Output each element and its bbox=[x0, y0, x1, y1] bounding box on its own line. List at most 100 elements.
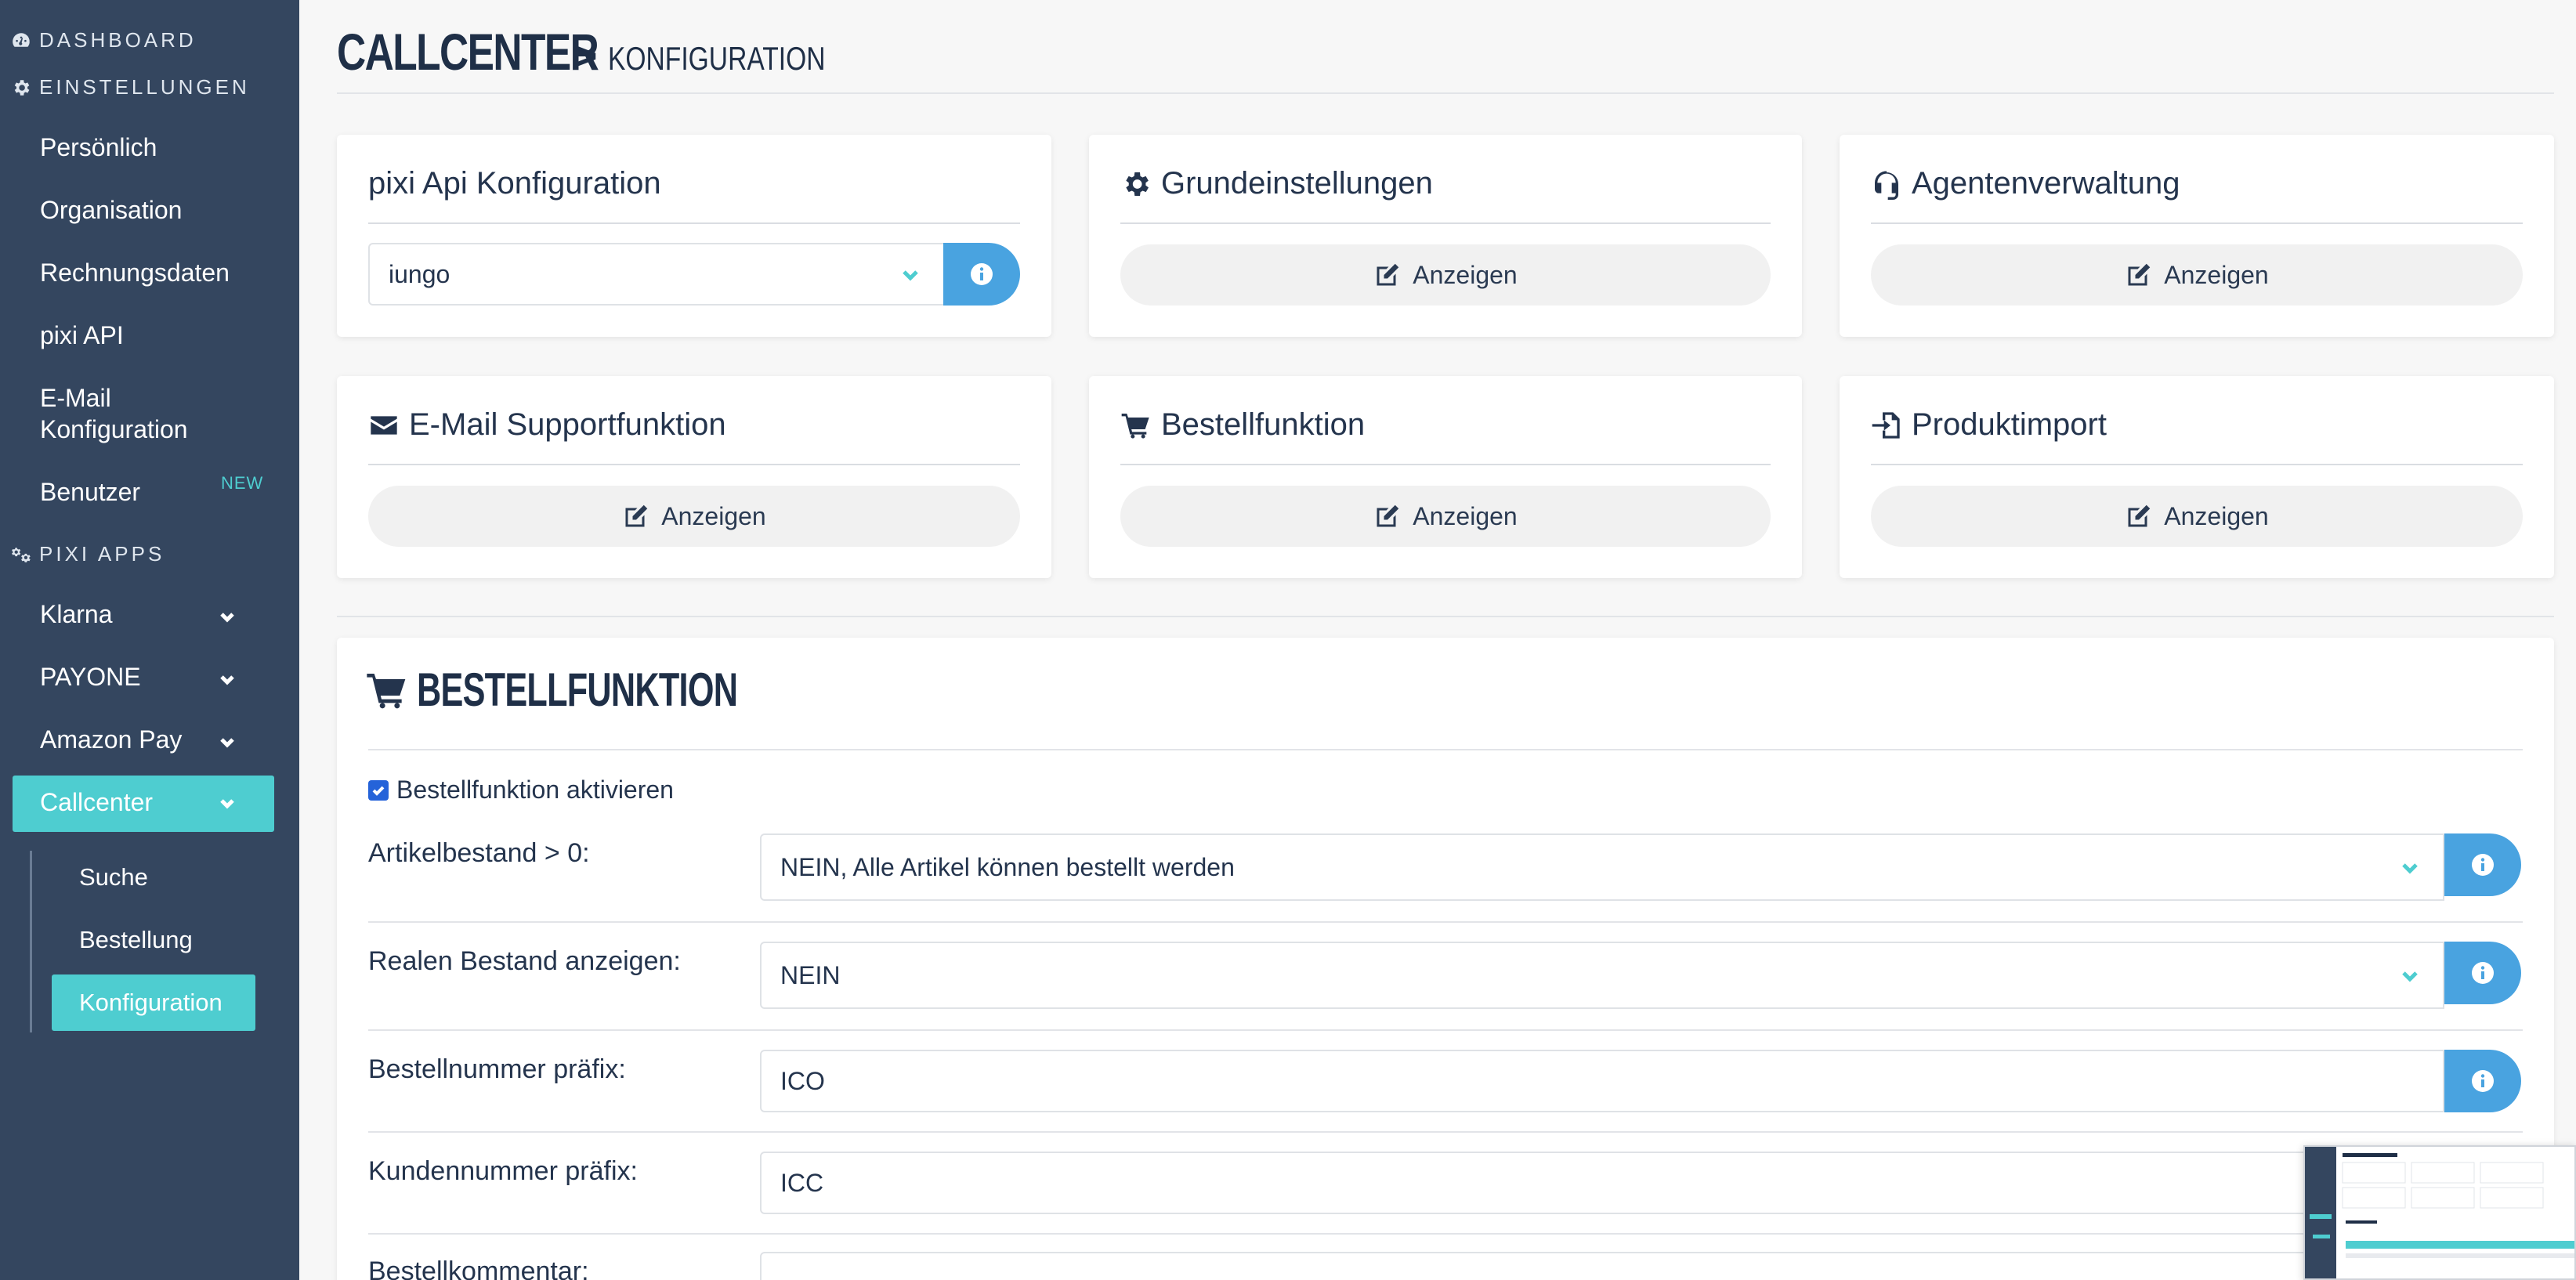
headset-icon bbox=[1875, 170, 1898, 200]
nav-klarna[interactable]: Klarna bbox=[40, 598, 113, 630]
bestellnummer-praefix-label: Bestellnummer präfix: bbox=[368, 1054, 626, 1084]
agent-anzeigen-button[interactable]: Anzeigen bbox=[1871, 244, 2523, 306]
artikelbestand-info-button[interactable] bbox=[2444, 833, 2521, 896]
chevron-down-icon[interactable] bbox=[215, 791, 240, 816]
subnav-konfiguration-label: Konfiguration bbox=[79, 989, 223, 1016]
row-divider bbox=[368, 921, 2523, 923]
api-info-button[interactable] bbox=[943, 243, 1020, 306]
nav-benutzer[interactable]: Benutzer bbox=[40, 476, 140, 508]
chevron-down-icon[interactable] bbox=[215, 667, 240, 692]
info-icon bbox=[2472, 854, 2494, 876]
heading-divider bbox=[368, 749, 2523, 750]
edit-icon bbox=[1377, 504, 1399, 527]
nav-callcenter-label: Callcenter bbox=[40, 788, 154, 816]
edit-icon bbox=[1377, 263, 1399, 286]
realer-bestand-value: NEIN bbox=[780, 960, 841, 989]
row-divider bbox=[368, 1131, 2523, 1133]
card-produkt-title-text: Produktimport bbox=[1912, 407, 2107, 442]
edit-icon bbox=[2128, 263, 2151, 286]
bestellnummer-praefix-input[interactable]: ICO bbox=[760, 1050, 2444, 1112]
chevron-down-icon bbox=[899, 263, 921, 285]
new-badge: NEW bbox=[221, 473, 264, 493]
card-produktimport: Produktimport Anzeigen bbox=[1840, 376, 2554, 578]
file-import-icon bbox=[1872, 411, 1900, 439]
card-agent-title: Agentenverwaltung bbox=[1871, 166, 2180, 201]
subnav-konfiguration[interactable]: Konfiguration bbox=[52, 974, 255, 1031]
email-anzeigen-button[interactable]: Anzeigen bbox=[368, 486, 1020, 547]
bestellfunktion-heading: BESTELLFUNKTION bbox=[364, 663, 862, 717]
checkbox-checked-icon[interactable] bbox=[368, 779, 389, 801]
bestellfunktion-heading-text: BESTELLFUNKTION bbox=[417, 664, 738, 716]
nav-persoenlich[interactable]: Persönlich bbox=[40, 132, 157, 163]
card-divider bbox=[1871, 464, 2523, 465]
nav-email-line2: Konfiguration bbox=[40, 415, 188, 443]
card-divider bbox=[1871, 222, 2523, 224]
realer-bestand-info-button[interactable] bbox=[2444, 942, 2521, 1004]
bestellnummer-info-button[interactable] bbox=[2444, 1050, 2521, 1112]
api-config-select[interactable]: iungo bbox=[368, 243, 945, 306]
header-divider bbox=[337, 92, 2554, 94]
kundennummer-praefix-label: Kundennummer präfix: bbox=[368, 1156, 638, 1186]
card-api-konfiguration: pixi Api Konfiguration iungo bbox=[337, 135, 1051, 337]
bestell-anzeigen-label: Anzeigen bbox=[1413, 501, 1518, 530]
card-divider bbox=[368, 464, 1020, 465]
agent-anzeigen-label: Anzeigen bbox=[2164, 260, 2269, 289]
bestellfunktion-checkbox[interactable]: Bestellfunktion aktivieren bbox=[368, 776, 674, 805]
bestellkommentar-label: Bestellkommentar: bbox=[368, 1256, 589, 1280]
card-divider bbox=[1120, 464, 1771, 465]
info-icon bbox=[2472, 962, 2494, 984]
nav-organisation[interactable]: Organisation bbox=[40, 194, 182, 226]
bestell-anzeigen-button[interactable]: Anzeigen bbox=[1120, 486, 1771, 547]
card-email-title: E-Mail Supportfunktion bbox=[368, 407, 726, 443]
nav-pixi-api[interactable]: pixi API bbox=[40, 320, 124, 351]
nav-amazon-pay[interactable]: Amazon Pay bbox=[40, 724, 182, 755]
bestellkommentar-input[interactable] bbox=[760, 1252, 2521, 1280]
section-einstellungen-label: EINSTELLUNGEN bbox=[39, 75, 250, 99]
info-icon bbox=[2472, 1070, 2494, 1092]
cogs-icon bbox=[12, 547, 31, 562]
submenu-line bbox=[30, 851, 32, 1032]
chevron-down-icon[interactable] bbox=[215, 730, 240, 755]
produkt-anzeigen-button[interactable]: Anzeigen bbox=[1871, 486, 2523, 547]
nav-email-konfiguration[interactable]: E-Mail Konfiguration bbox=[40, 382, 188, 445]
section-pixi-apps: PIXI APPS bbox=[11, 542, 165, 566]
cart-icon bbox=[367, 673, 406, 708]
card-api-title-text: pixi Api Konfiguration bbox=[368, 166, 661, 201]
nav-rechnungsdaten[interactable]: Rechnungsdaten bbox=[40, 257, 230, 288]
page-title-sub: KONFIGURATION bbox=[608, 40, 826, 77]
subnav-bestellung[interactable]: Bestellung bbox=[79, 926, 193, 954]
artikelbestand-select[interactable]: NEIN, Alle Artikel können bestellt werde… bbox=[760, 833, 2444, 901]
nav-dashboard-label: DASHBOARD bbox=[39, 28, 197, 52]
chevron-down-icon[interactable] bbox=[215, 605, 240, 630]
edit-icon bbox=[2128, 504, 2151, 527]
page-preview-thumbnail[interactable] bbox=[2303, 1145, 2576, 1280]
kundennummer-praefix-input[interactable]: ICC bbox=[760, 1152, 2521, 1214]
card-divider bbox=[368, 222, 1020, 224]
card-bestell-title-text: Bestellfunktion bbox=[1161, 407, 1366, 442]
realer-bestand-select[interactable]: NEIN bbox=[760, 942, 2444, 1009]
preview-image bbox=[2305, 1147, 2574, 1278]
card-bestell-title: Bestellfunktion bbox=[1120, 407, 1365, 443]
card-divider bbox=[1120, 222, 1771, 224]
artikelbestand-value: NEIN, Alle Artikel können bestellt werde… bbox=[780, 852, 1235, 881]
chevron-down-icon bbox=[2399, 856, 2421, 878]
api-config-select-value: iungo bbox=[389, 259, 450, 288]
page-title-main: CALLCENTER bbox=[337, 23, 599, 81]
section-pixi-apps-label: PIXI APPS bbox=[39, 542, 165, 566]
email-anzeigen-label: Anzeigen bbox=[661, 501, 766, 530]
card-bestellfunktion: Bestellfunktion Anzeigen bbox=[1089, 376, 1802, 578]
nav-dashboard[interactable]: DASHBOARD bbox=[11, 28, 197, 52]
row-divider bbox=[368, 1233, 2523, 1235]
dashboard-icon bbox=[13, 32, 30, 47]
sidebar: DASHBOARD EINSTELLUNGEN Persönlich Organ… bbox=[0, 0, 299, 1280]
nav-payone[interactable]: PAYONE bbox=[40, 661, 141, 692]
card-grund-title-text: Grundeinstellungen bbox=[1161, 166, 1433, 201]
card-email-title-text: E-Mail Supportfunktion bbox=[409, 407, 726, 442]
card-grundeinstellungen: Grundeinstellungen Anzeigen bbox=[1089, 135, 1802, 337]
subnav-suche[interactable]: Suche bbox=[79, 863, 148, 891]
cart-icon bbox=[1121, 413, 1149, 439]
grund-anzeigen-button[interactable]: Anzeigen bbox=[1120, 244, 1771, 306]
section-einstellungen: EINSTELLUNGEN bbox=[11, 75, 250, 99]
nav-callcenter[interactable]: Callcenter bbox=[13, 776, 274, 832]
realer-bestand-label: Realen Bestand anzeigen: bbox=[368, 946, 681, 976]
